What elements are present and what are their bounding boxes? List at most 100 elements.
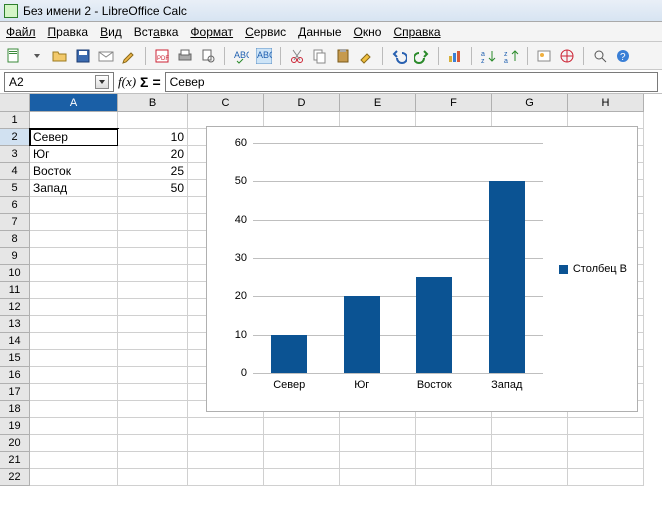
navigator-icon[interactable] (557, 46, 577, 66)
cell[interactable]: 25 (118, 163, 188, 180)
cell[interactable] (30, 418, 118, 435)
cell[interactable] (118, 435, 188, 452)
cell[interactable] (118, 384, 188, 401)
cell[interactable] (30, 401, 118, 418)
cell[interactable] (264, 469, 340, 486)
cell[interactable] (30, 214, 118, 231)
spreadsheet-grid[interactable]: ABCDEFGH 12Север103Юг204Восток255Запад50… (0, 94, 662, 525)
chevron-down-icon[interactable] (95, 75, 109, 89)
copy-icon[interactable] (310, 46, 330, 66)
print-preview-icon[interactable] (198, 46, 218, 66)
column-header[interactable]: D (264, 94, 340, 112)
cell[interactable] (30, 299, 118, 316)
cell[interactable]: Юг (30, 146, 118, 163)
cell[interactable] (264, 435, 340, 452)
name-box[interactable]: A2 (4, 72, 114, 92)
cell[interactable] (30, 350, 118, 367)
cell[interactable] (30, 265, 118, 282)
open-icon[interactable] (50, 46, 70, 66)
function-wizard-icon[interactable]: f(x) (118, 74, 136, 90)
menu-format[interactable]: Формат (190, 25, 233, 39)
row-header[interactable]: 15 (0, 350, 30, 367)
cell[interactable]: 50 (118, 180, 188, 197)
column-header[interactable]: B (118, 94, 188, 112)
cut-icon[interactable] (287, 46, 307, 66)
column-header[interactable]: A (30, 94, 118, 112)
cell[interactable] (30, 316, 118, 333)
row-header[interactable]: 9 (0, 248, 30, 265)
cell[interactable] (340, 469, 416, 486)
print-icon[interactable] (175, 46, 195, 66)
select-all-corner[interactable] (0, 94, 30, 112)
cell[interactable] (118, 214, 188, 231)
cell[interactable] (118, 469, 188, 486)
undo-icon[interactable] (389, 46, 409, 66)
cell[interactable]: Север (30, 129, 118, 146)
zoom-icon[interactable] (590, 46, 610, 66)
paste-icon[interactable] (333, 46, 353, 66)
cell[interactable] (416, 435, 492, 452)
cell[interactable] (568, 435, 644, 452)
chart-icon[interactable] (445, 46, 465, 66)
cell[interactable] (188, 452, 264, 469)
formula-input[interactable] (165, 72, 658, 92)
row-header[interactable]: 16 (0, 367, 30, 384)
cell[interactable] (118, 197, 188, 214)
cell[interactable] (30, 435, 118, 452)
cell[interactable] (416, 469, 492, 486)
cell[interactable] (118, 367, 188, 384)
cell[interactable] (118, 248, 188, 265)
row-header[interactable]: 8 (0, 231, 30, 248)
cell[interactable] (340, 418, 416, 435)
equals-icon[interactable]: = (152, 74, 160, 90)
cell[interactable] (416, 418, 492, 435)
cell[interactable] (30, 452, 118, 469)
menu-view[interactable]: Вид (100, 25, 122, 39)
cell[interactable] (118, 282, 188, 299)
row-header[interactable]: 18 (0, 401, 30, 418)
email-icon[interactable] (96, 46, 116, 66)
row-header[interactable]: 19 (0, 418, 30, 435)
cell[interactable]: 10 (118, 129, 188, 146)
cell[interactable] (118, 231, 188, 248)
row-header[interactable]: 14 (0, 333, 30, 350)
cell[interactable] (416, 452, 492, 469)
cell[interactable] (568, 418, 644, 435)
cell[interactable] (30, 384, 118, 401)
cell[interactable] (30, 248, 118, 265)
cell[interactable] (118, 112, 188, 129)
menu-insert[interactable]: Вставка (134, 25, 179, 39)
menu-file[interactable]: Файл (6, 25, 36, 39)
cell[interactable] (118, 452, 188, 469)
column-header[interactable]: E (340, 94, 416, 112)
cell[interactable] (118, 350, 188, 367)
auto-spellcheck-icon[interactable]: ABC (254, 46, 274, 66)
column-header[interactable]: F (416, 94, 492, 112)
menu-data[interactable]: Данные (298, 25, 341, 39)
cell[interactable] (30, 197, 118, 214)
cell[interactable] (118, 418, 188, 435)
column-header[interactable]: H (568, 94, 644, 112)
cell[interactable] (492, 452, 568, 469)
help-icon[interactable]: ? (613, 46, 633, 66)
cell[interactable] (118, 401, 188, 418)
row-header[interactable]: 20 (0, 435, 30, 452)
cell[interactable] (492, 469, 568, 486)
row-header[interactable]: 4 (0, 163, 30, 180)
cell[interactable] (188, 435, 264, 452)
cell[interactable]: Запад (30, 180, 118, 197)
row-header[interactable]: 22 (0, 469, 30, 486)
row-header[interactable]: 1 (0, 112, 30, 129)
cell[interactable] (492, 418, 568, 435)
cell[interactable]: 20 (118, 146, 188, 163)
sum-icon[interactable]: Σ (140, 74, 148, 90)
cell[interactable]: Восток (30, 163, 118, 180)
menu-tools[interactable]: Сервис (245, 25, 286, 39)
spellcheck-icon[interactable]: ABC (231, 46, 251, 66)
cell[interactable] (118, 299, 188, 316)
dropdown-icon[interactable] (27, 46, 47, 66)
sort-asc-icon[interactable]: az (478, 46, 498, 66)
row-header[interactable]: 3 (0, 146, 30, 163)
cell[interactable] (118, 333, 188, 350)
edit-icon[interactable] (119, 46, 139, 66)
